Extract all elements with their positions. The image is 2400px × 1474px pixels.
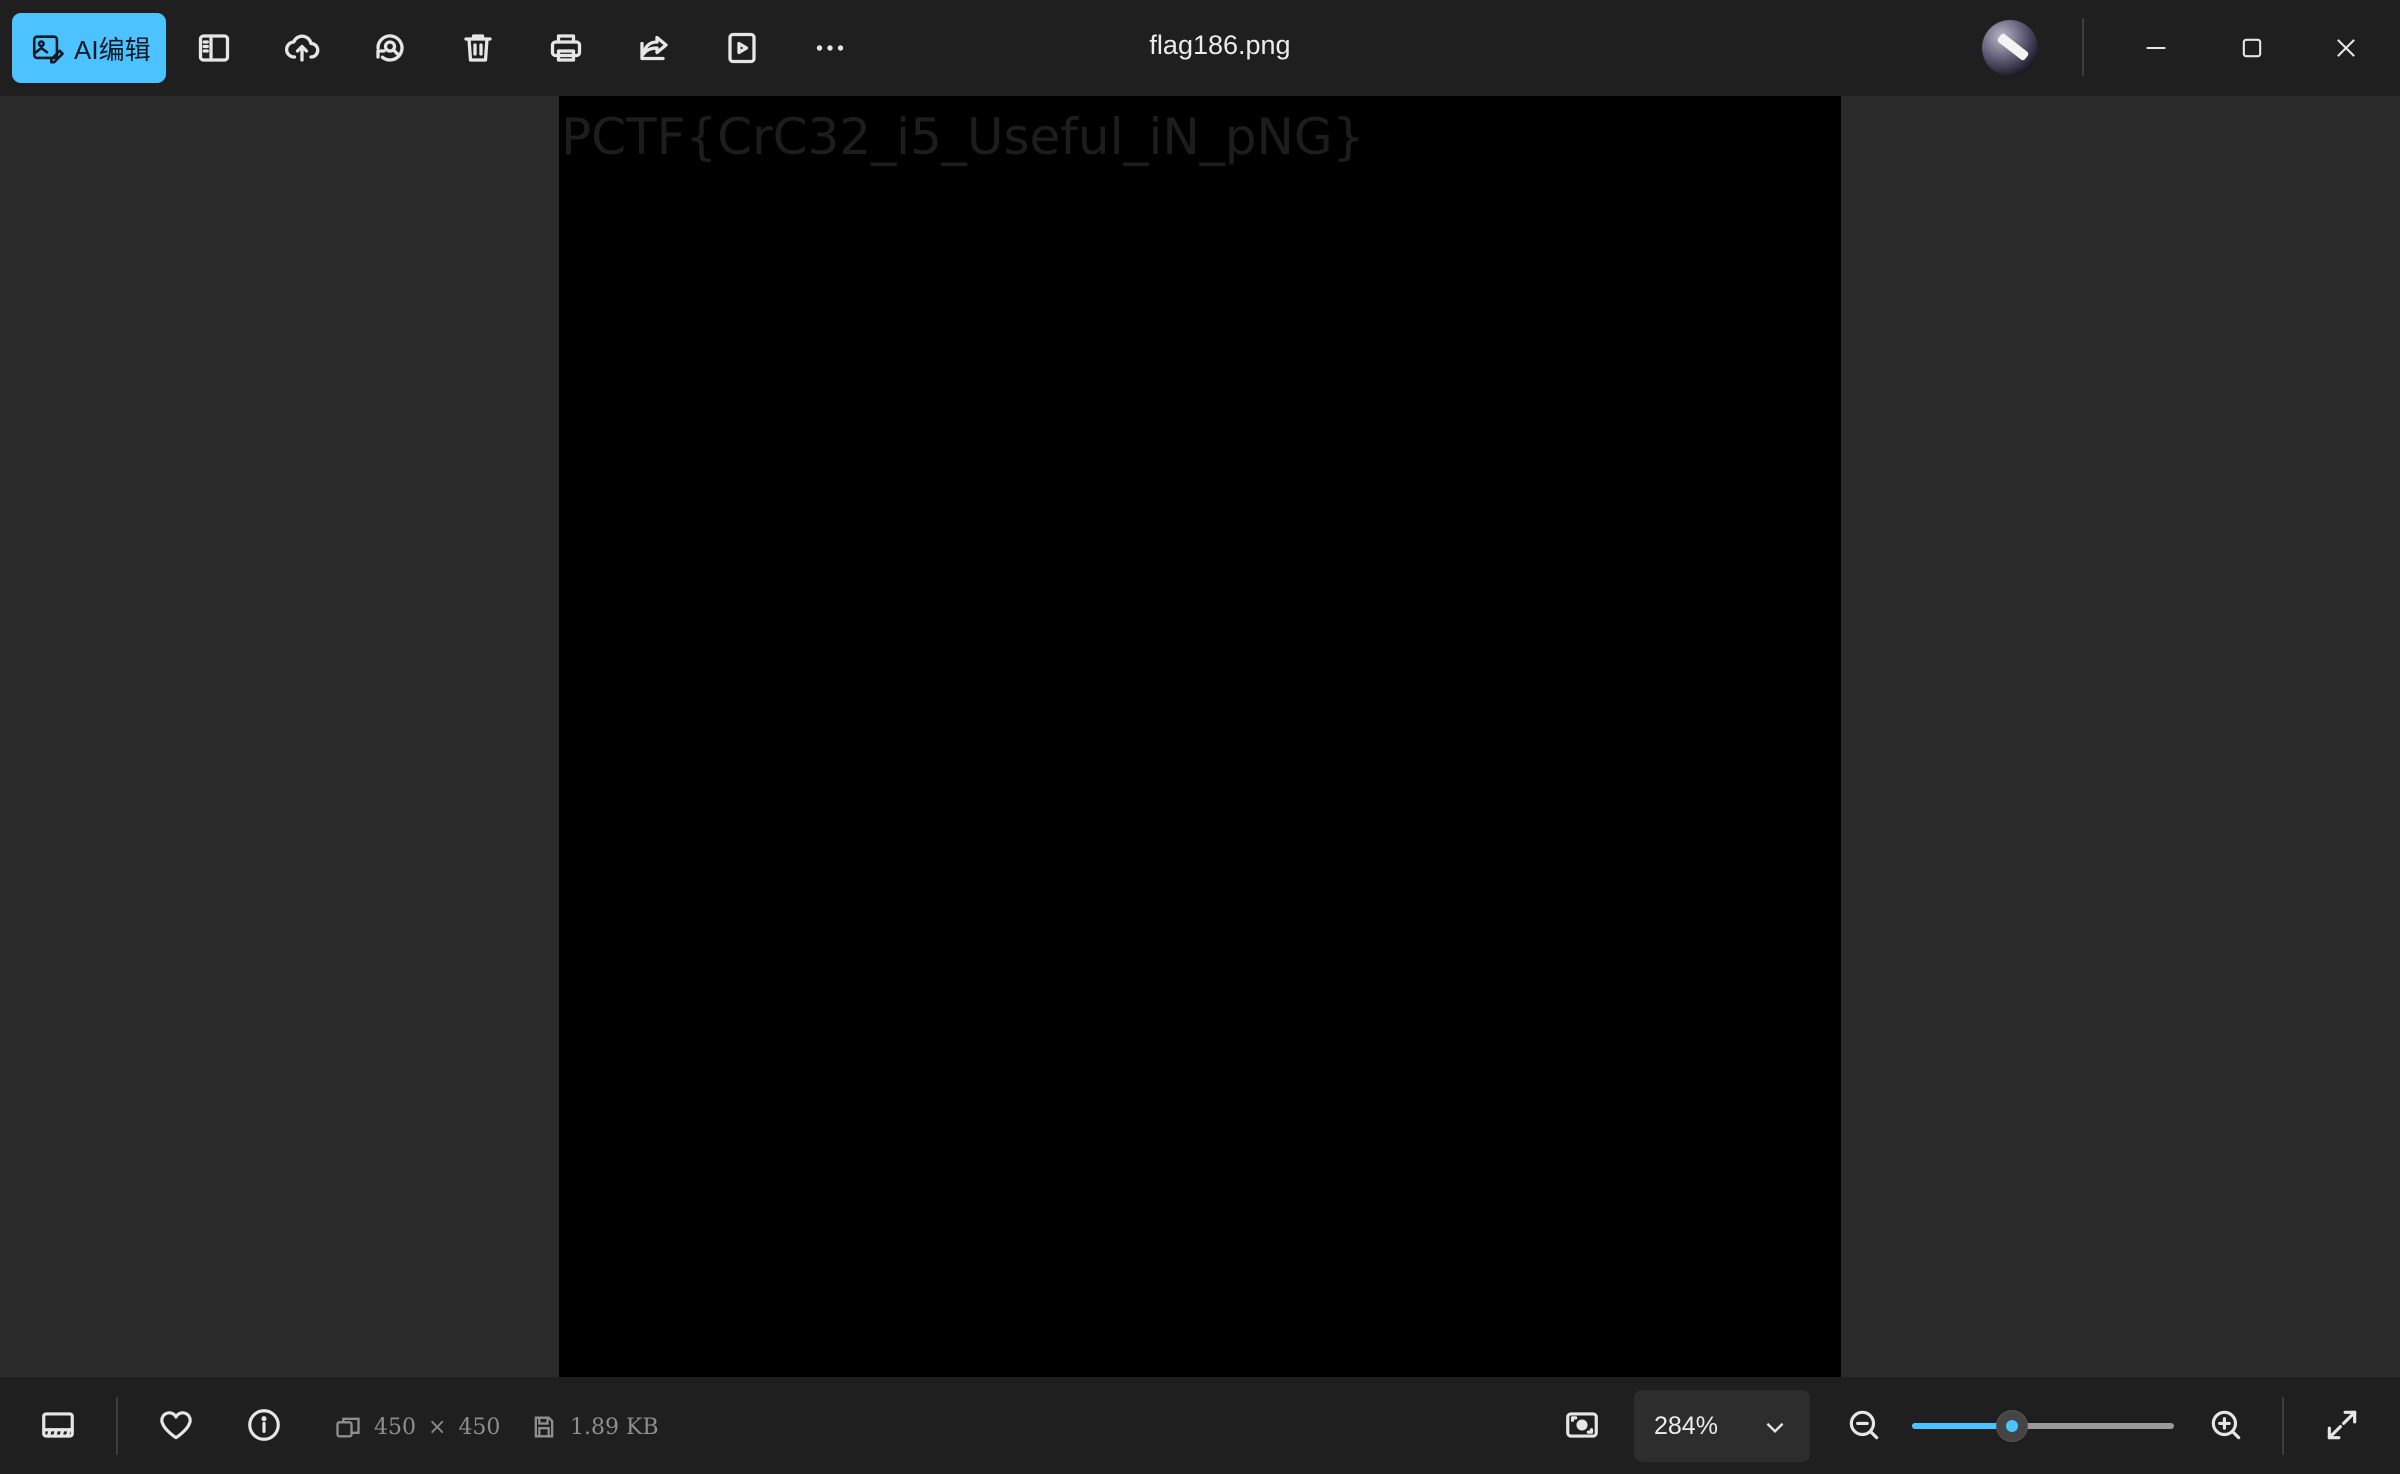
heart-icon <box>160 1411 192 1440</box>
user-avatar[interactable] <box>1982 20 2038 76</box>
image-width: 450 <box>374 1414 416 1440</box>
visual-search-button[interactable] <box>364 22 416 74</box>
file-size-value: 1.89 KB <box>570 1414 659 1440</box>
share-button[interactable] <box>628 22 680 74</box>
zoom-in-button[interactable] <box>2200 1399 2252 1451</box>
share-icon <box>640 35 668 61</box>
close-button[interactable] <box>2320 22 2372 74</box>
maximize-icon <box>2242 38 2262 58</box>
ai-edit-icon <box>32 35 64 64</box>
favorite-button[interactable] <box>150 1399 202 1451</box>
filmstrip-button[interactable] <box>32 1399 84 1451</box>
minimize-button[interactable] <box>2130 22 2182 74</box>
fullscreen-button[interactable] <box>2316 1399 2368 1451</box>
ai-edit-label: AI编辑 <box>74 34 151 65</box>
file-info-button[interactable] <box>238 1399 290 1451</box>
dimensions-icon <box>336 1417 360 1438</box>
info-icon <box>248 1409 280 1441</box>
upload-cloud-icon <box>285 34 320 62</box>
actual-size-icon <box>1566 1412 1598 1438</box>
image-viewer[interactable]: PCTF{CrC32_i5_Useful_iN_pNG} <box>0 96 2400 1377</box>
zoom-out-icon <box>1849 1410 1879 1440</box>
rotate-search-icon <box>376 34 404 62</box>
print-icon <box>550 34 582 62</box>
flag-text: PCTF{CrC32_i5_Useful_iN_pNG} <box>561 108 1365 166</box>
zoom-dropdown[interactable]: 284% <box>1634 1390 1810 1462</box>
print-button[interactable] <box>540 22 592 74</box>
maximize-button[interactable] <box>2226 22 2278 74</box>
slideshow-button[interactable] <box>716 22 768 74</box>
image-height: 450 <box>458 1414 501 1440</box>
more-options-button[interactable] <box>804 22 856 74</box>
title-separator <box>2082 18 2084 76</box>
zoom-out-button[interactable] <box>1838 1399 1890 1451</box>
status-separator <box>116 1397 118 1455</box>
fullscreen-icon <box>2327 1410 2357 1440</box>
close-icon <box>2337 39 2355 57</box>
title-bar: AI编辑 flag186.png <box>0 0 2400 96</box>
minimize-icon <box>2146 46 2166 50</box>
delete-button[interactable] <box>452 22 504 74</box>
actual-size-button[interactable] <box>1556 1399 1608 1451</box>
sidebar-toggle-button[interactable] <box>188 22 240 74</box>
zoom-value: 284% <box>1654 1411 1718 1440</box>
dimension-times: × <box>428 1414 447 1440</box>
status-bar: 450 × 450 1.89 KB 284% <box>0 1377 2400 1474</box>
image-dimensions: 450 × 450 <box>334 1413 500 1441</box>
window-title: flag186.png <box>1149 30 1291 60</box>
delete-icon <box>464 34 492 62</box>
chevron-down-icon <box>1766 1422 1784 1434</box>
zoom-slider[interactable] <box>1912 1411 2174 1441</box>
sidebar-icon <box>198 34 230 62</box>
image-canvas[interactable]: PCTF{CrC32_i5_Useful_iN_pNG} <box>559 96 1841 1377</box>
filmstrip-icon <box>42 1412 74 1438</box>
upload-button[interactable] <box>276 22 328 74</box>
file-size: 1.89 KB <box>530 1413 659 1441</box>
status-separator-right <box>2282 1397 2284 1455</box>
zoom-in-icon <box>2211 1410 2241 1440</box>
save-disk-icon <box>534 1416 554 1438</box>
more-icon <box>816 45 844 51</box>
ai-edit-button[interactable]: AI编辑 <box>12 13 166 83</box>
slideshow-icon <box>728 32 756 64</box>
zoom-slider-thumb[interactable] <box>1997 1411 2027 1441</box>
